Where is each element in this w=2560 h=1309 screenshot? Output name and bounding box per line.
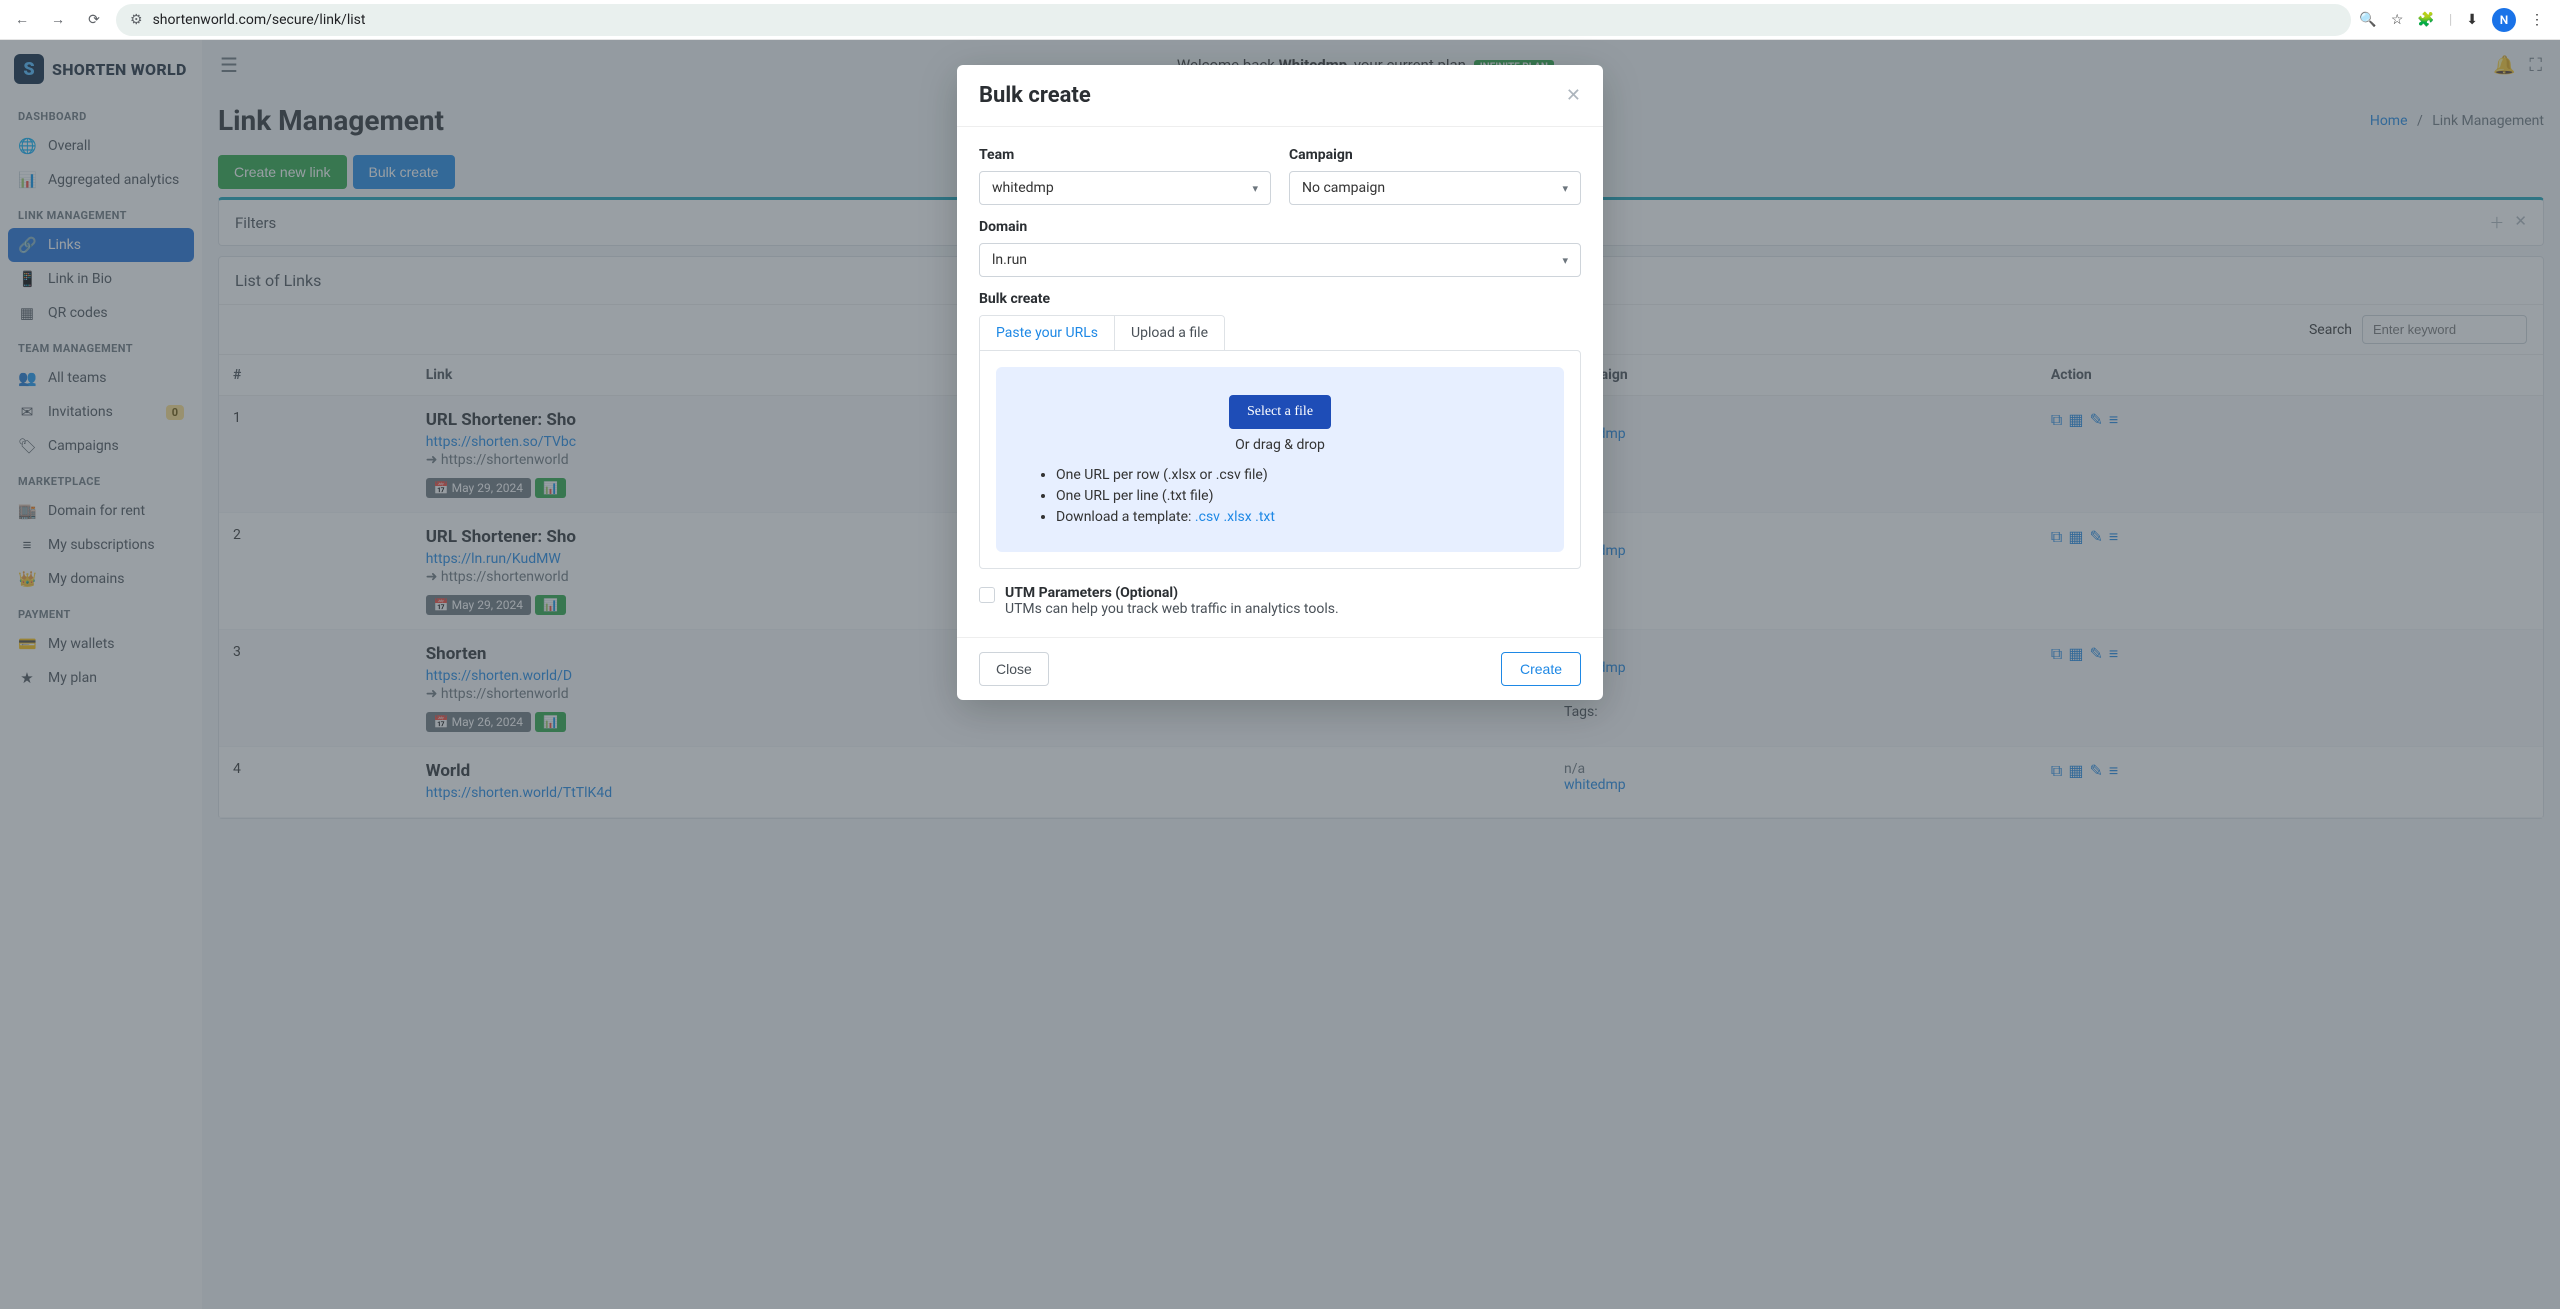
utm-title: UTM Parameters (Optional)	[1005, 585, 1339, 601]
utm-checkbox[interactable]	[979, 587, 995, 603]
domain-label: Domain	[979, 219, 1581, 235]
team-select[interactable]: whitedmp	[979, 171, 1271, 205]
campaign-label: Campaign	[1289, 147, 1581, 163]
kebab-menu-icon[interactable]: ⋮	[2530, 12, 2544, 28]
rule-1: One URL per row (.xlsx or .csv file)	[1056, 465, 1544, 486]
bookmark-star-icon[interactable]: ☆	[2391, 12, 2404, 28]
url-text: shortenworld.com/secure/link/list	[153, 12, 366, 28]
drag-drop-text: Or drag & drop	[1016, 437, 1544, 453]
tab-paste-urls[interactable]: Paste your URLs	[980, 316, 1115, 350]
modal-create-button[interactable]: Create	[1501, 652, 1581, 686]
template-txt-link[interactable]: .txt	[1255, 509, 1275, 525]
separator-icon: |	[2449, 12, 2452, 28]
profile-avatar[interactable]: N	[2492, 8, 2516, 32]
select-file-button[interactable]: Select a file	[1229, 395, 1331, 429]
url-bar[interactable]: ⚙ shortenworld.com/secure/link/list	[116, 4, 2351, 36]
modal-backdrop[interactable]: Bulk create ✕ Team whitedmp Campaign No …	[0, 40, 2560, 1309]
modal-title: Bulk create	[979, 83, 1091, 108]
upload-rules: One URL per row (.xlsx or .csv file) One…	[1016, 465, 1544, 528]
domain-select[interactable]: ln.run	[979, 243, 1581, 277]
utm-description: UTMs can help you track web traffic in a…	[1005, 601, 1339, 617]
forward-button[interactable]: →	[44, 6, 72, 34]
upload-dropzone[interactable]: Select a file Or drag & drop One URL per…	[996, 367, 1564, 552]
reload-button[interactable]: ⟳	[80, 6, 108, 34]
site-info-icon[interactable]: ⚙	[130, 12, 143, 28]
bulk-create-label: Bulk create	[979, 291, 1581, 307]
tab-upload-file[interactable]: Upload a file	[1115, 316, 1224, 350]
extensions-icon[interactable]: 🧩	[2417, 12, 2434, 28]
modal-close-footer-button[interactable]: Close	[979, 652, 1049, 686]
team-label: Team	[979, 147, 1271, 163]
downloads-icon[interactable]: ⬇	[2466, 12, 2478, 28]
rule-2: One URL per line (.txt file)	[1056, 486, 1544, 507]
back-button[interactable]: ←	[8, 6, 36, 34]
rule-3: Download a template: .csv .xlsx .txt	[1056, 507, 1544, 528]
bulk-create-modal: Bulk create ✕ Team whitedmp Campaign No …	[957, 65, 1603, 700]
upload-tab-panel: Select a file Or drag & drop One URL per…	[979, 350, 1581, 569]
bulk-tabs: Paste your URLs Upload a file	[979, 315, 1225, 350]
template-csv-link[interactable]: .csv	[1195, 509, 1220, 525]
zoom-icon[interactable]: 🔍	[2359, 12, 2376, 28]
campaign-select[interactable]: No campaign	[1289, 171, 1581, 205]
utm-section: UTM Parameters (Optional) UTMs can help …	[979, 585, 1581, 617]
modal-close-button[interactable]: ✕	[1566, 85, 1581, 106]
template-xlsx-link[interactable]: .xlsx	[1223, 509, 1251, 525]
browser-chrome: ← → ⟳ ⚙ shortenworld.com/secure/link/lis…	[0, 0, 2560, 40]
